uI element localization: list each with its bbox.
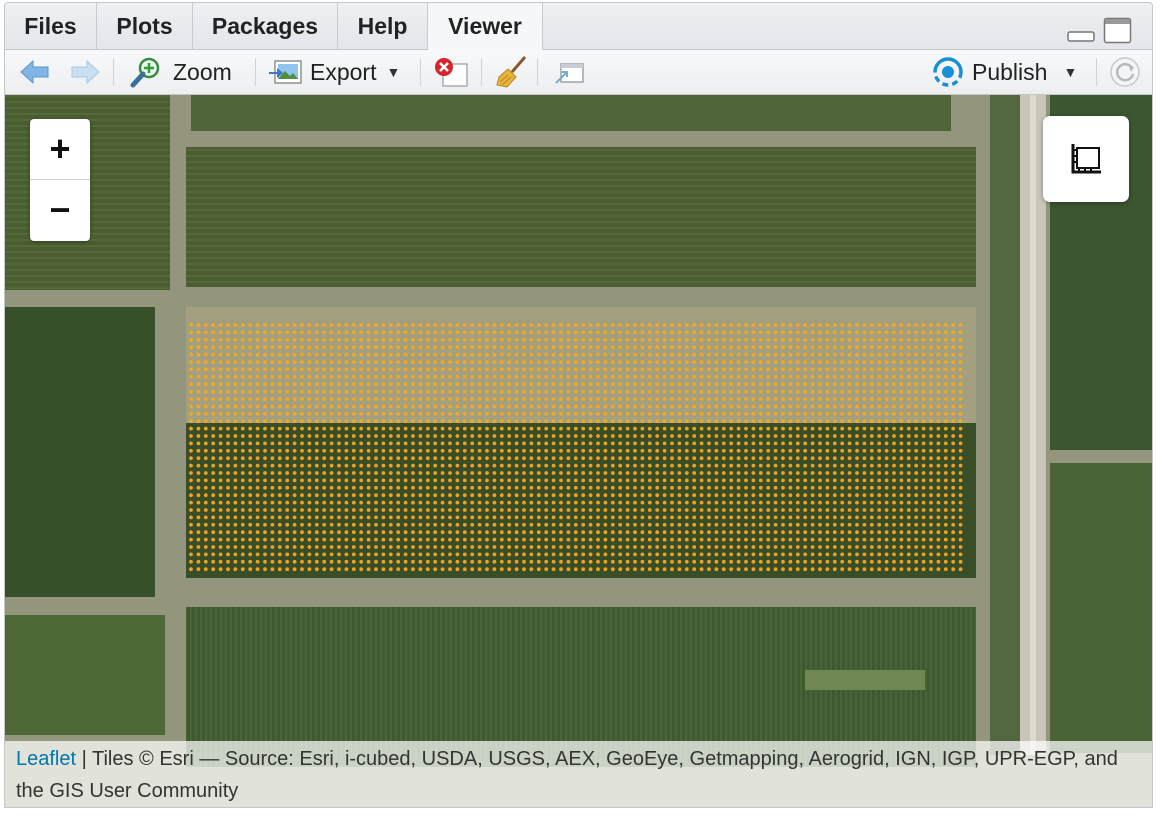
forward-arrow-icon: [71, 59, 100, 85]
refresh-icon: [1110, 57, 1140, 87]
clear-viewer-button[interactable]: [433, 50, 469, 94]
toolbar-separator: [113, 58, 114, 86]
maximize-icon: [1103, 17, 1132, 44]
toolbar-separator: [255, 58, 256, 86]
map-attribution: Leaflet | Tiles © Esri — Source: Esri, i…: [5, 741, 1152, 807]
broom-icon: [496, 56, 527, 88]
chevron-down-icon: ▼: [386, 64, 401, 80]
export-button[interactable]: Export ▼: [269, 50, 400, 94]
zoom-icon: [130, 57, 160, 88]
leaflet-link[interactable]: Leaflet: [16, 748, 76, 770]
popout-button[interactable]: [553, 50, 587, 94]
forward-button[interactable]: [69, 50, 101, 94]
tab-files[interactable]: Files: [5, 3, 97, 49]
export-icon: [269, 60, 302, 84]
popout-icon: [555, 63, 584, 84]
maximize-pane-button[interactable]: [1103, 17, 1133, 50]
toolbar-separator: [1096, 58, 1097, 86]
clear-all-button[interactable]: [495, 50, 529, 94]
minimize-icon: [1067, 31, 1095, 42]
zoom-label: Zoom: [173, 58, 232, 85]
tab-packages[interactable]: Packages: [193, 3, 338, 49]
tab-viewer[interactable]: Viewer: [428, 3, 543, 50]
map-view[interactable]: + − Leaflet | Tiles © Esri — Source: Esr…: [5, 95, 1152, 807]
zoom-control: + −: [30, 119, 90, 241]
viewer-toolbar: Zoom Export ▼ Publish ▼: [5, 50, 1152, 95]
attribution-text: | Tiles © Esri — Source: Esri, i-cubed, …: [16, 748, 1118, 802]
refresh-button[interactable]: [1109, 50, 1141, 94]
zoom-in-button[interactable]: +: [30, 119, 90, 179]
ruler-icon: [1071, 144, 1101, 174]
back-button[interactable]: [19, 50, 51, 94]
viewer-pane: Files Plots Packages Help Viewer Zoom Ex…: [4, 2, 1153, 808]
publish-icon: [933, 57, 963, 87]
toolbar-separator: [420, 58, 421, 86]
zoom-out-button[interactable]: −: [30, 179, 90, 240]
measure-button[interactable]: [1043, 116, 1129, 202]
export-label: Export: [310, 58, 377, 85]
back-arrow-icon: [20, 59, 49, 85]
tab-strip: Files Plots Packages Help Viewer: [5, 3, 1152, 50]
satellite-tiles: [5, 95, 1152, 807]
chevron-down-icon: ▼: [1063, 64, 1078, 80]
publish-button[interactable]: Publish ▼: [931, 50, 1077, 94]
publish-label: Publish: [972, 58, 1048, 85]
minimize-pane-button[interactable]: [1067, 29, 1095, 48]
toolbar-separator: [537, 58, 538, 86]
tab-help[interactable]: Help: [338, 3, 428, 49]
toolbar-separator: [481, 58, 482, 86]
zoom-button[interactable]: Zoom: [129, 50, 232, 94]
clear-viewer-icon: [435, 58, 468, 87]
tab-plots[interactable]: Plots: [97, 3, 193, 49]
